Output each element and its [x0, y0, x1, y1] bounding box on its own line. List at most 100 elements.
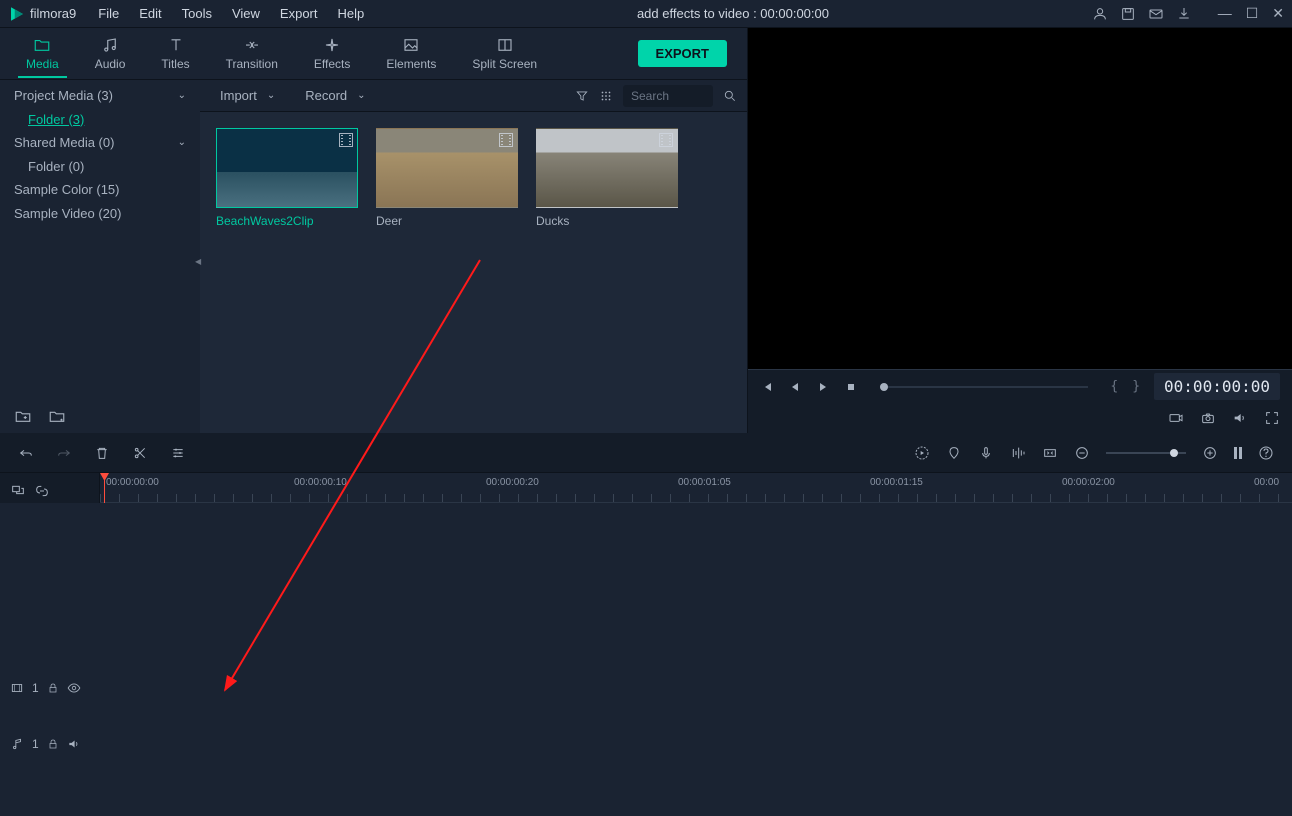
menu-help[interactable]: Help [328, 2, 375, 25]
lock-icon[interactable] [47, 738, 59, 750]
title-right: — ☐ ✕ [1092, 5, 1284, 22]
tab-titles[interactable]: Titles [143, 30, 207, 77]
delete-folder-icon[interactable] [48, 407, 66, 425]
sidebar-item-folder-0[interactable]: Folder (0) [0, 155, 200, 179]
transition-icon [243, 36, 261, 54]
zoom-slider[interactable] [1106, 452, 1186, 454]
timeline-toolbar [0, 433, 1292, 473]
sparkle-icon [323, 36, 341, 54]
adjust-button[interactable] [170, 445, 186, 461]
delete-button[interactable] [94, 445, 110, 461]
help-button[interactable] [1258, 445, 1274, 461]
track-tools-header [0, 479, 99, 503]
minimize-button[interactable]: — [1218, 5, 1232, 22]
tab-transition[interactable]: Transition [208, 30, 296, 77]
tab-audio[interactable]: Audio [77, 30, 144, 77]
zoom-fit-button[interactable] [1234, 447, 1242, 459]
track-stack-icon[interactable] [10, 483, 26, 499]
sidebar-item-sample-color[interactable]: Sample Color (15) [0, 178, 200, 202]
speaker-icon[interactable] [67, 737, 81, 751]
search-input[interactable] [623, 85, 713, 107]
zoom-in-button[interactable] [1202, 445, 1218, 461]
timeline-ruler[interactable]: 00:00:00:00 00:00:00:10 00:00:00:20 00:0… [100, 473, 1292, 503]
title-bar: filmora9 File Edit Tools View Export Hel… [0, 0, 1292, 28]
redo-button[interactable] [56, 445, 72, 461]
collapse-sidebar-handle[interactable]: ◀ [195, 250, 205, 272]
audio-track-header[interactable]: 1 [0, 729, 99, 759]
media-item-ducks[interactable]: Ducks [536, 128, 678, 228]
grid-view-icon[interactable] [599, 89, 613, 103]
mail-icon[interactable] [1148, 6, 1164, 22]
new-folder-icon[interactable] [14, 407, 32, 425]
tab-media[interactable]: Media [8, 30, 77, 77]
menu-view[interactable]: View [222, 2, 270, 25]
track-headers: 1 1 [0, 473, 100, 503]
preview-panel: { } 00:00:00:00 [748, 28, 1292, 433]
menu-export[interactable]: Export [270, 2, 328, 25]
menu-tools[interactable]: Tools [172, 2, 222, 25]
music-note-icon [10, 737, 24, 751]
video-track-header[interactable]: 1 [0, 673, 99, 703]
timeline-body: 1 1 00:00:00:00 00:00:00:10 00:00:00:20 … [0, 473, 1292, 503]
maximize-button[interactable]: ☐ [1246, 5, 1259, 22]
tab-elements[interactable]: Elements [368, 30, 454, 77]
search-icon[interactable] [723, 89, 737, 103]
media-item-beachwaves[interactable]: BeachWaves2Clip [216, 128, 358, 228]
mark-out-button[interactable]: } [1132, 379, 1140, 394]
media-sidebar: Project Media (3)⌄ Folder (3) Shared Med… [0, 80, 200, 433]
main-tabs: Media Audio Titles Transition Effects El… [0, 28, 747, 80]
audio-mixer-button[interactable] [1010, 445, 1026, 461]
user-icon[interactable] [1092, 6, 1108, 22]
filter-icon[interactable] [575, 89, 589, 103]
sidebar-item-sample-video[interactable]: Sample Video (20) [0, 202, 200, 226]
chevron-down-icon: ⌄ [357, 90, 365, 101]
lock-icon[interactable] [47, 682, 59, 694]
split-button[interactable] [132, 445, 148, 461]
playhead[interactable] [104, 473, 105, 503]
track-area[interactable]: 00:00:00:00 00:00:00:10 00:00:00:20 00:0… [100, 473, 1292, 503]
stop-button[interactable] [844, 380, 858, 394]
tab-split-screen[interactable]: Split Screen [454, 30, 555, 77]
fullscreen-icon[interactable] [1264, 410, 1280, 426]
render-preview-button[interactable] [914, 445, 930, 461]
play-button[interactable] [816, 380, 830, 394]
menu-bar: File Edit Tools View Export Help [88, 2, 374, 25]
marker-button[interactable] [946, 445, 962, 461]
image-icon [402, 36, 420, 54]
aspect-button[interactable] [1042, 445, 1058, 461]
undo-button[interactable] [18, 445, 34, 461]
app-logo: filmora9 [8, 5, 76, 23]
quality-icon[interactable] [1168, 410, 1184, 426]
media-item-deer[interactable]: Deer [376, 128, 518, 228]
preview-scrubber[interactable] [880, 386, 1088, 388]
close-button[interactable]: ✕ [1272, 5, 1284, 22]
menu-file[interactable]: File [88, 2, 129, 25]
volume-icon[interactable] [1232, 410, 1248, 426]
mark-in-button[interactable]: { [1110, 379, 1118, 394]
clip-icon [659, 133, 673, 147]
window-title: add effects to video : 00:00:00:00 [374, 6, 1091, 21]
sidebar-item-folder-3[interactable]: Folder (3) [0, 108, 200, 132]
voiceover-button[interactable] [978, 445, 994, 461]
record-dropdown[interactable]: Record⌄ [295, 85, 375, 106]
play-back-button[interactable] [788, 380, 802, 394]
menu-edit[interactable]: Edit [129, 2, 171, 25]
clip-icon [499, 133, 513, 147]
sidebar-item-shared-media[interactable]: Shared Media (0)⌄ [0, 131, 200, 155]
snapshot-icon[interactable] [1200, 410, 1216, 426]
folder-icon [33, 36, 51, 54]
download-icon[interactable] [1176, 6, 1192, 22]
filmora-logo-icon [8, 5, 26, 23]
tab-effects[interactable]: Effects [296, 30, 368, 77]
zoom-out-button[interactable] [1074, 445, 1090, 461]
export-button[interactable]: EXPORT [638, 40, 727, 67]
app-name: filmora9 [30, 6, 76, 21]
media-toolbar: Import⌄ Record⌄ [200, 80, 747, 112]
save-icon[interactable] [1120, 6, 1136, 22]
prev-frame-button[interactable] [760, 380, 774, 394]
link-icon[interactable] [34, 483, 50, 499]
media-panel: Media Audio Titles Transition Effects El… [0, 28, 748, 433]
import-dropdown[interactable]: Import⌄ [210, 85, 285, 106]
sidebar-item-project-media[interactable]: Project Media (3)⌄ [0, 84, 200, 108]
eye-icon[interactable] [67, 681, 81, 695]
